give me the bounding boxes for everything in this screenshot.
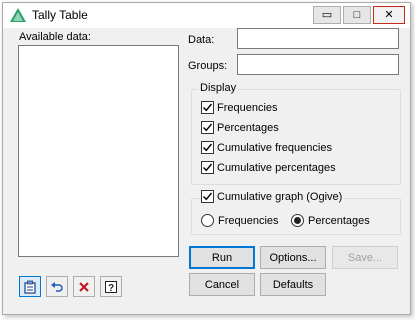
clear-button[interactable] <box>73 276 95 297</box>
minimize-icon: ▭ <box>321 8 333 21</box>
groups-label: Groups: <box>188 60 228 72</box>
checkbox-box <box>201 161 214 174</box>
check-icon <box>203 103 213 112</box>
app-logo-icon <box>10 8 26 22</box>
ogive-frequencies-radio[interactable]: Frequencies <box>201 214 279 227</box>
frequencies-checkbox[interactable]: Frequencies <box>201 101 278 114</box>
save-button[interactable]: Save... <box>332 246 398 269</box>
help-icon: ? <box>105 280 117 294</box>
ogive-percentages-radio[interactable]: Percentages <box>291 214 370 227</box>
svg-text:?: ? <box>108 283 114 294</box>
copy-to-data-button[interactable] <box>19 276 41 297</box>
data-label: Data: <box>188 34 215 46</box>
check-icon <box>203 192 213 201</box>
checkbox-box <box>201 121 214 134</box>
checkbox-box <box>201 141 214 154</box>
check-icon <box>203 143 213 152</box>
cancel-button[interactable]: Cancel <box>189 273 255 296</box>
window-title: Tally Table <box>32 8 88 22</box>
available-data-list[interactable] <box>18 45 179 257</box>
options-button[interactable]: Options... <box>260 246 326 269</box>
check-icon <box>203 123 213 132</box>
checkbox-box <box>201 190 214 203</box>
defaults-button[interactable]: Defaults <box>260 273 326 296</box>
data-field[interactable] <box>237 28 399 49</box>
clear-icon <box>79 281 89 292</box>
available-data-label: Available data: <box>19 31 91 43</box>
display-group-title: Display <box>198 82 239 94</box>
percentages-checkbox[interactable]: Percentages <box>201 121 279 134</box>
cumulative-graph-checkbox[interactable]: Cumulative graph (Ogive) <box>201 190 346 203</box>
check-icon <box>203 163 213 172</box>
help-button[interactable]: ? <box>100 276 122 297</box>
minimize-button[interactable]: ▭ <box>313 6 341 24</box>
cumulative-frequencies-checkbox[interactable]: Cumulative frequencies <box>201 141 332 154</box>
copy-to-data-icon <box>24 280 36 294</box>
radio-circle <box>291 214 304 227</box>
close-button[interactable]: ✕ <box>373 6 405 24</box>
cumulative-percentages-checkbox[interactable]: Cumulative percentages <box>201 161 336 174</box>
close-icon: ✕ <box>384 8 394 21</box>
run-button[interactable]: Run <box>189 246 255 269</box>
groups-field[interactable] <box>237 54 399 75</box>
maximize-icon: □ <box>353 8 361 21</box>
undo-button[interactable] <box>46 276 68 297</box>
radio-circle <box>201 214 214 227</box>
title-bar[interactable]: Tally Table ▭ □ ✕ <box>3 3 410 28</box>
checkbox-box <box>201 101 214 114</box>
maximize-button[interactable]: □ <box>343 6 371 24</box>
undo-icon <box>51 281 63 292</box>
tally-table-dialog: Tally Table ▭ □ ✕ Available data: Data: … <box>2 2 411 315</box>
radio-selected-dot <box>294 217 301 224</box>
